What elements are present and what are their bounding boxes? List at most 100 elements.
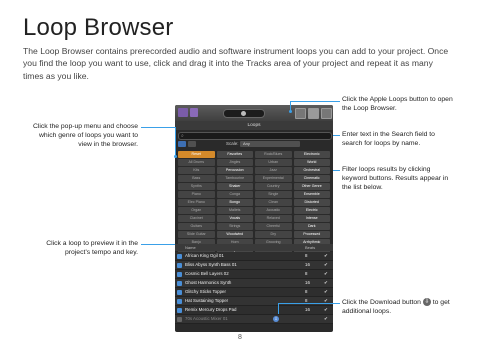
- leader-genre: [141, 127, 175, 128]
- keyword-button[interactable]: Piano: [178, 191, 215, 198]
- keyword-button[interactable]: Electric: [293, 207, 330, 214]
- leader-genre-v: [175, 127, 176, 157]
- keyword-button[interactable]: Ensemble: [293, 191, 330, 198]
- keyword-button[interactable]: Favorites: [216, 151, 253, 158]
- leader-apple-loops: [290, 101, 340, 102]
- library-button[interactable]: [178, 108, 188, 117]
- keyword-button[interactable]: Dark: [293, 223, 330, 230]
- loop-row[interactable]: Remix Mercury Drops Pad 16 ✔: [175, 306, 333, 315]
- keyword-button[interactable]: Urban: [255, 159, 292, 166]
- favorite-checkbox[interactable]: ✔: [324, 288, 328, 296]
- keyword-button[interactable]: Percussion: [216, 167, 253, 174]
- audio-loop-icon: [177, 271, 182, 277]
- keyword-button[interactable]: Conga: [216, 191, 253, 198]
- keyword-button[interactable]: Distorted: [293, 199, 330, 206]
- leader-dot: [289, 110, 292, 113]
- loop-row[interactable]: 70s Acoustic Mixer 01 ✔ ⇩: [175, 315, 333, 324]
- keyword-button[interactable]: Mallets: [216, 207, 253, 214]
- keyword-button[interactable]: Orchestral: [293, 167, 330, 174]
- keyword-button[interactable]: Tambourine: [216, 175, 253, 182]
- keyword-button[interactable]: Reset: [178, 151, 215, 158]
- keyword-button[interactable]: Organ: [178, 207, 215, 214]
- loop-name: African King Ogil 01: [185, 253, 224, 258]
- keyword-button[interactable]: Single: [255, 191, 292, 198]
- loop-name: Bliss Abyss Synth Bass 01: [185, 262, 237, 267]
- favorite-checkbox[interactable]: ✔: [324, 279, 328, 287]
- keyword-button[interactable]: Strings: [216, 223, 253, 230]
- keyword-button[interactable]: Shaker: [216, 183, 253, 190]
- page-title: Loop Browser: [23, 14, 174, 41]
- scale-row: Scale: Any: [178, 141, 330, 148]
- keyword-button[interactable]: Relaxed: [255, 215, 292, 222]
- keyword-button[interactable]: Cinematic: [293, 175, 330, 182]
- search-input[interactable]: ⌕: [178, 132, 332, 140]
- notepad-button[interactable]: [295, 108, 306, 119]
- browser-button[interactable]: [321, 108, 332, 119]
- scale-popup[interactable]: Any: [240, 141, 300, 147]
- keyword-button[interactable]: Jazz: [255, 167, 292, 174]
- loop-beats: 16: [305, 262, 310, 267]
- loop-row[interactable]: Glitchy Sticks Topper 8 ✔: [175, 288, 333, 297]
- callout-genre-popup: Click the pop-up menu and choose which g…: [32, 123, 138, 148]
- keyword-button[interactable]: Woodwind: [216, 231, 253, 238]
- loop-row[interactable]: Cosmic Bell Layers 02 8 ✔: [175, 270, 333, 279]
- callout-filter: Filter loops results by clicking keyword…: [342, 166, 449, 191]
- keyword-button[interactable]: Acoustic: [255, 207, 292, 214]
- loop-beats: 8: [305, 253, 308, 258]
- loop-list: African King Ogil 01 8 ✔ Bliss Abyss Synth …: [175, 252, 333, 324]
- keyword-button[interactable]: Country: [255, 183, 292, 190]
- favorite-checkbox[interactable]: ✔: [324, 261, 328, 269]
- column-name[interactable]: Name: [185, 244, 196, 251]
- loop-name: Glitchy Sticks Topper: [185, 289, 226, 294]
- download-button[interactable]: ⇩: [273, 316, 279, 322]
- favorite-checkbox[interactable]: ✔: [324, 252, 328, 260]
- loop-row[interactable]: Hat Sustaining Topper 8 ✔: [175, 297, 333, 306]
- keyword-button[interactable]: Guitars: [178, 223, 215, 230]
- intro-paragraph: The Loop Browser contains prerecorded au…: [23, 46, 449, 81]
- keyword-button[interactable]: All Drums: [178, 159, 215, 166]
- keyword-button[interactable]: Cheerful: [255, 223, 292, 230]
- loop-row[interactable]: Ghost Harmonics Synth 16 ✔: [175, 279, 333, 288]
- keyword-button[interactable]: Bass: [178, 175, 215, 182]
- loop-beats: 16: [305, 307, 310, 312]
- keyword-button[interactable]: Bongo: [216, 199, 253, 206]
- keyword-button[interactable]: Slide Guitar: [178, 231, 215, 238]
- keyword-button[interactable]: Electronic: [293, 151, 330, 158]
- callout-preview: Click a loop to preview it in the projec…: [46, 240, 138, 256]
- keyword-button[interactable]: Clavinet: [178, 215, 215, 222]
- keyword-button[interactable]: Experimental: [255, 175, 292, 182]
- favorite-checkbox[interactable]: ✔: [324, 270, 328, 278]
- loop-name: Hat Sustaining Topper: [185, 298, 229, 303]
- inspector-button[interactable]: [190, 108, 198, 117]
- loop-name: 70s Acoustic Mixer 01: [185, 316, 228, 321]
- keyword-button[interactable]: Kits: [178, 167, 215, 174]
- keyword-button[interactable]: Dry: [255, 231, 292, 238]
- leader-download: [278, 303, 340, 304]
- view-button-list[interactable]: [188, 141, 196, 147]
- keyword-button[interactable]: World: [293, 159, 330, 166]
- keyword-button[interactable]: Clean: [255, 199, 292, 206]
- loop-row[interactable]: African King Ogil 01 8 ✔: [175, 252, 333, 261]
- favorite-checkbox[interactable]: ✔: [324, 306, 328, 314]
- loops-header: Loops: [175, 121, 333, 130]
- scale-label: Scale:: [226, 141, 239, 146]
- keyword-button[interactable]: Synths: [178, 183, 215, 190]
- callout-search: Enter text in the Search field to search…: [342, 131, 435, 147]
- keyword-button[interactable]: Rock/Blues: [255, 151, 292, 158]
- leader-preview: [141, 244, 175, 245]
- loop-row[interactable]: Bliss Abyss Synth Bass 01 16 ✔: [175, 261, 333, 270]
- favorite-checkbox[interactable]: ✔: [324, 315, 328, 323]
- page-number: 8: [238, 334, 242, 341]
- keyword-button[interactable]: Processed: [293, 231, 330, 238]
- apple-loops-button[interactable]: [308, 108, 319, 119]
- column-beats[interactable]: Beats: [305, 244, 315, 251]
- view-button-columns[interactable]: [178, 141, 186, 147]
- audio-loop-icon: [177, 316, 182, 322]
- keyword-button[interactable]: Elec Piano: [178, 199, 215, 206]
- keyword-button[interactable]: Vocals: [216, 215, 253, 222]
- keyword-button[interactable]: Intense: [293, 215, 330, 222]
- keyword-button[interactable]: Jingles: [216, 159, 253, 166]
- keyword-button[interactable]: Other Genre: [293, 183, 330, 190]
- loop-name: Remix Mercury Drops Pad: [185, 307, 237, 312]
- audio-loop-icon: [177, 307, 182, 313]
